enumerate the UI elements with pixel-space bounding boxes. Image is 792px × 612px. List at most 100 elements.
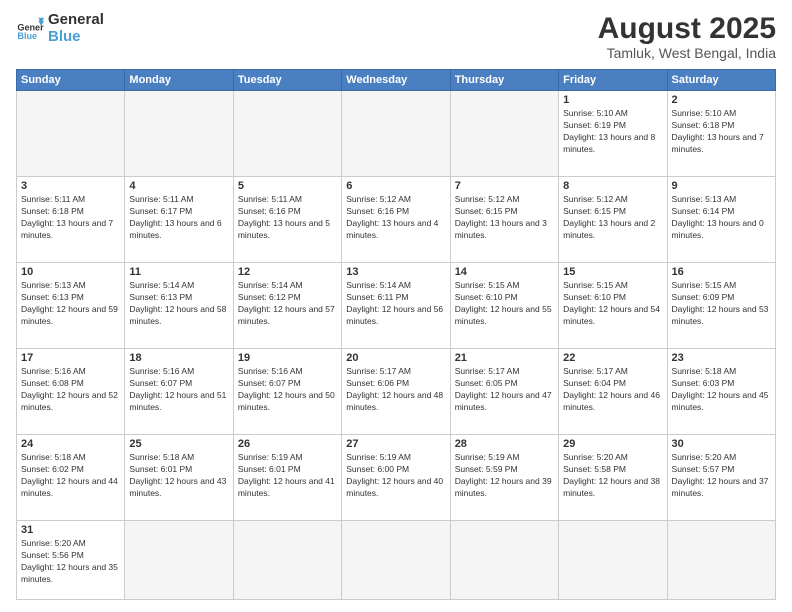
day-number: 7 (455, 180, 554, 192)
weekday-header-row: Sunday Monday Tuesday Wednesday Thursday… (17, 70, 776, 91)
day-number: 1 (563, 94, 662, 106)
day-info: Sunrise: 5:11 AM Sunset: 6:16 PM Dayligh… (238, 194, 337, 242)
calendar-cell: 2Sunrise: 5:10 AM Sunset: 6:18 PM Daylig… (667, 91, 775, 177)
logo-icon: General Blue (16, 15, 44, 43)
calendar-cell (233, 521, 341, 600)
day-number: 23 (672, 352, 771, 364)
day-number: 12 (238, 266, 337, 278)
day-info: Sunrise: 5:12 AM Sunset: 6:15 PM Dayligh… (455, 194, 554, 242)
day-number: 29 (563, 438, 662, 450)
day-number: 26 (238, 438, 337, 450)
calendar-cell: 21Sunrise: 5:17 AM Sunset: 6:05 PM Dayli… (450, 349, 558, 435)
calendar-subtitle: Tamluk, West Bengal, India (598, 45, 776, 61)
calendar-cell (125, 91, 233, 177)
day-number: 5 (238, 180, 337, 192)
calendar-cell: 17Sunrise: 5:16 AM Sunset: 6:08 PM Dayli… (17, 349, 125, 435)
calendar-cell: 31 Sunrise: 5:20 AM Sunset: 5:56 PM Dayli… (17, 521, 125, 600)
day-number: 6 (346, 180, 445, 192)
day-info: Sunrise: 5:15 AM Sunset: 6:10 PM Dayligh… (455, 280, 554, 328)
calendar-cell: 16Sunrise: 5:15 AM Sunset: 6:09 PM Dayli… (667, 263, 775, 349)
calendar-cell: 26Sunrise: 5:19 AM Sunset: 6:01 PM Dayli… (233, 435, 341, 521)
day-number: 10 (21, 266, 120, 278)
header-saturday: Saturday (667, 70, 775, 91)
day-info: Sunrise: 5:12 AM Sunset: 6:15 PM Dayligh… (563, 194, 662, 242)
header-wednesday: Wednesday (342, 70, 450, 91)
calendar-week-row: 1 Sunrise: 5:10 AM Sunset: 6:19 PM Daylig… (17, 91, 776, 177)
calendar-cell (342, 521, 450, 600)
day-number: 20 (346, 352, 445, 364)
day-number: 14 (455, 266, 554, 278)
calendar-week-row: 24 Sunrise: 5:18 AM Sunset: 6:02 PM Dayli… (17, 435, 776, 521)
calendar-cell: 28 Sunrise: 5:19 AM Sunset: 5:59 PM Dayli… (450, 435, 558, 521)
calendar-cell: 18Sunrise: 5:16 AM Sunset: 6:07 PM Dayli… (125, 349, 233, 435)
calendar-cell: 11Sunrise: 5:14 AM Sunset: 6:13 PM Dayli… (125, 263, 233, 349)
calendar-cell (342, 91, 450, 177)
calendar-cell: 15Sunrise: 5:15 AM Sunset: 6:10 PM Dayli… (559, 263, 667, 349)
calendar-cell: 19 Sunrise: 5:16 AM Sunset: 6:07 PM Dayli… (233, 349, 341, 435)
calendar-week-row: 10 Sunrise: 5:13 AM Sunset: 6:13 PM Dayli… (17, 263, 776, 349)
header-monday: Monday (125, 70, 233, 91)
calendar-cell (450, 91, 558, 177)
calendar-cell: 7 Sunrise: 5:12 AM Sunset: 6:15 PM Daylig… (450, 177, 558, 263)
calendar-cell (559, 521, 667, 600)
day-number: 24 (21, 438, 120, 450)
day-info: Sunrise: 5:18 AM Sunset: 6:03 PM Dayligh… (672, 366, 771, 414)
calendar-cell: 5 Sunrise: 5:11 AM Sunset: 6:16 PM Daylig… (233, 177, 341, 263)
calendar-week-row: 17Sunrise: 5:16 AM Sunset: 6:08 PM Dayli… (17, 349, 776, 435)
day-number: 25 (129, 438, 228, 450)
day-info: Sunrise: 5:14 AM Sunset: 6:13 PM Dayligh… (129, 280, 228, 328)
header-tuesday: Tuesday (233, 70, 341, 91)
day-number: 18 (129, 352, 228, 364)
logo-blue: Blue (48, 29, 104, 46)
day-number: 30 (672, 438, 771, 450)
header-thursday: Thursday (450, 70, 558, 91)
day-number: 13 (346, 266, 445, 278)
day-number: 19 (238, 352, 337, 364)
calendar-cell: 9Sunrise: 5:13 AM Sunset: 6:14 PM Daylig… (667, 177, 775, 263)
day-info: Sunrise: 5:10 AM Sunset: 6:19 PM Dayligh… (563, 108, 662, 156)
day-info: Sunrise: 5:17 AM Sunset: 6:06 PM Dayligh… (346, 366, 445, 414)
calendar-cell: 1 Sunrise: 5:10 AM Sunset: 6:19 PM Daylig… (559, 91, 667, 177)
day-info: Sunrise: 5:18 AM Sunset: 6:01 PM Dayligh… (129, 452, 228, 500)
day-info: Sunrise: 5:11 AM Sunset: 6:18 PM Dayligh… (21, 194, 120, 242)
calendar-cell (233, 91, 341, 177)
day-info: Sunrise: 5:20 AM Sunset: 5:56 PM Dayligh… (21, 538, 120, 586)
calendar-cell: 14 Sunrise: 5:15 AM Sunset: 6:10 PM Dayli… (450, 263, 558, 349)
day-info: Sunrise: 5:13 AM Sunset: 6:13 PM Dayligh… (21, 280, 120, 328)
calendar-cell (125, 521, 233, 600)
calendar-cell (450, 521, 558, 600)
day-info: Sunrise: 5:19 AM Sunset: 6:00 PM Dayligh… (346, 452, 445, 500)
calendar-table: Sunday Monday Tuesday Wednesday Thursday… (16, 69, 776, 600)
day-info: Sunrise: 5:16 AM Sunset: 6:07 PM Dayligh… (238, 366, 337, 414)
day-info: Sunrise: 5:20 AM Sunset: 5:58 PM Dayligh… (563, 452, 662, 500)
day-number: 15 (563, 266, 662, 278)
day-number: 31 (21, 524, 120, 536)
calendar-cell: 12Sunrise: 5:14 AM Sunset: 6:12 PM Dayli… (233, 263, 341, 349)
day-number: 4 (129, 180, 228, 192)
calendar-cell: 3 Sunrise: 5:11 AM Sunset: 6:18 PM Daylig… (17, 177, 125, 263)
calendar-cell: 27 Sunrise: 5:19 AM Sunset: 6:00 PM Dayli… (342, 435, 450, 521)
day-info: Sunrise: 5:10 AM Sunset: 6:18 PM Dayligh… (672, 108, 771, 156)
calendar-cell: 13Sunrise: 5:14 AM Sunset: 6:11 PM Dayli… (342, 263, 450, 349)
day-info: Sunrise: 5:20 AM Sunset: 5:57 PM Dayligh… (672, 452, 771, 500)
calendar-cell: 10 Sunrise: 5:13 AM Sunset: 6:13 PM Dayli… (17, 263, 125, 349)
header-sunday: Sunday (17, 70, 125, 91)
day-info: Sunrise: 5:17 AM Sunset: 6:05 PM Dayligh… (455, 366, 554, 414)
calendar-cell: 20 Sunrise: 5:17 AM Sunset: 6:06 PM Dayli… (342, 349, 450, 435)
day-number: 17 (21, 352, 120, 364)
day-number: 28 (455, 438, 554, 450)
calendar-cell: 24 Sunrise: 5:18 AM Sunset: 6:02 PM Dayli… (17, 435, 125, 521)
svg-text:Blue: Blue (17, 30, 37, 40)
day-info: Sunrise: 5:18 AM Sunset: 6:02 PM Dayligh… (21, 452, 120, 500)
calendar-cell (667, 521, 775, 600)
calendar-body: 1 Sunrise: 5:10 AM Sunset: 6:19 PM Daylig… (17, 91, 776, 600)
calendar-week-row: 31 Sunrise: 5:20 AM Sunset: 5:56 PM Dayli… (17, 521, 776, 600)
day-number: 27 (346, 438, 445, 450)
day-info: Sunrise: 5:19 AM Sunset: 5:59 PM Dayligh… (455, 452, 554, 500)
day-info: Sunrise: 5:15 AM Sunset: 6:09 PM Dayligh… (672, 280, 771, 328)
calendar-cell: 22Sunrise: 5:17 AM Sunset: 6:04 PM Dayli… (559, 349, 667, 435)
calendar-cell (17, 91, 125, 177)
calendar-cell: 30 Sunrise: 5:20 AM Sunset: 5:57 PM Dayli… (667, 435, 775, 521)
day-number: 3 (21, 180, 120, 192)
calendar-week-row: 3 Sunrise: 5:11 AM Sunset: 6:18 PM Daylig… (17, 177, 776, 263)
